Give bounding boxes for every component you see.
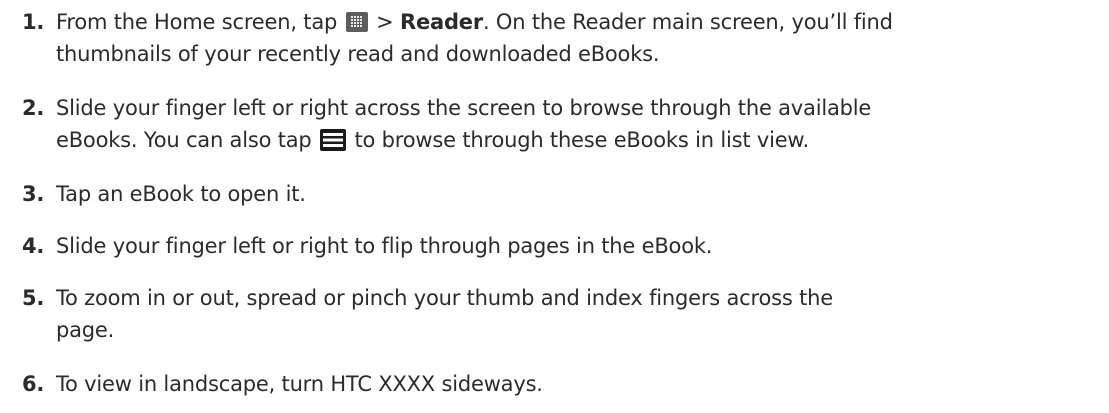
step-number: 2. bbox=[22, 96, 45, 120]
reader-app-name: Reader bbox=[399, 10, 483, 34]
list-view-icon bbox=[320, 129, 347, 151]
all-apps-grid-icon bbox=[345, 12, 368, 32]
step-text-line: Tap an eBook to open it. bbox=[56, 182, 306, 206]
step-number: 4. bbox=[22, 234, 45, 258]
step-text-part: to browse through these eBooks in list v… bbox=[348, 128, 810, 152]
step-text-line: Slide your finger left or right to flip … bbox=[56, 234, 713, 258]
step-text-line: eBooks. You can also tap to browse throu… bbox=[56, 124, 1106, 156]
step-text: To zoom in or out, spread or pinch your … bbox=[56, 282, 1106, 346]
step-text-part: . On the Reader main screen, you’ll find bbox=[482, 10, 893, 34]
step-number: 5. bbox=[22, 286, 45, 310]
step-text: To view in landscape, turn HTC XXXX side… bbox=[56, 368, 1106, 400]
step-text-part: From the Home screen, tap bbox=[56, 10, 344, 34]
step-text: Slide your finger left or right across t… bbox=[56, 92, 1106, 156]
step-number: 3. bbox=[22, 182, 45, 206]
step-text-line: To zoom in or out, spread or pinch your … bbox=[56, 286, 833, 310]
step-text-line: thumbnails of your recently read and dow… bbox=[56, 42, 660, 66]
step-text: From the Home screen, tap > Reader. On t… bbox=[56, 6, 1106, 70]
step-text-part: > bbox=[369, 10, 400, 34]
step-text-line: To view in landscape, turn HTC XXXX side… bbox=[56, 372, 543, 396]
step-text: Slide your finger left or right to flip … bbox=[56, 230, 1106, 262]
step-number: 6. bbox=[22, 372, 45, 396]
step-number: 1. bbox=[22, 10, 45, 34]
step-text-line: page. bbox=[56, 318, 115, 342]
step-text-line: Slide your finger left or right across t… bbox=[56, 96, 872, 120]
step-text: Tap an eBook to open it. bbox=[56, 178, 1106, 210]
step-text-part: eBooks. You can also tap bbox=[56, 128, 319, 152]
